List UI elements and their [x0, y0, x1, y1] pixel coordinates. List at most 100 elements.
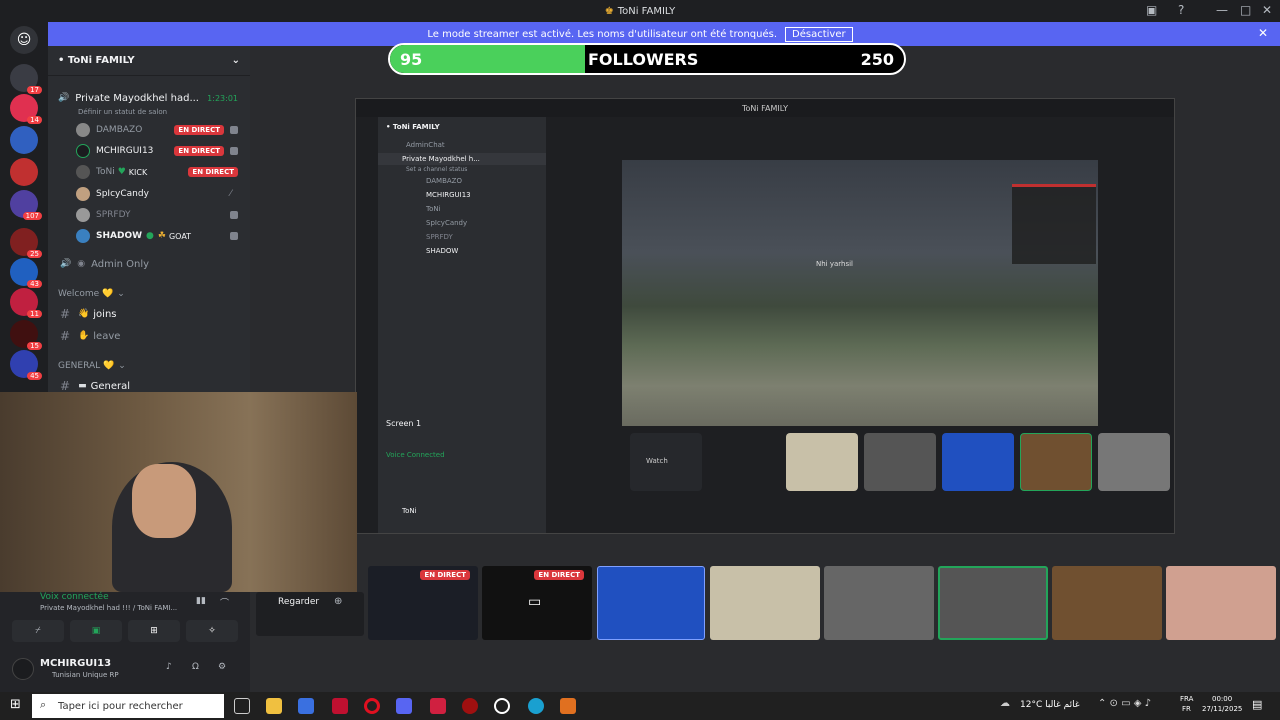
voice-channel-path[interactable]: Private Mayodkhel had !!! / ToNi FAMI... — [40, 604, 177, 612]
inner-title: ToNi FAMILY — [741, 103, 789, 113]
channel-status[interactable]: Définir un statut de salon — [78, 102, 248, 122]
signal-icon[interactable]: ▮▮ — [196, 596, 206, 606]
watch-button[interactable]: Regarder ⊕ — [256, 592, 364, 636]
discord-home-icon[interactable]: ☺ — [10, 26, 38, 54]
screen-icon — [230, 126, 238, 134]
clock-time[interactable]: 00:00 — [1212, 695, 1232, 703]
keyboard-indicator[interactable]: FR — [1182, 705, 1191, 713]
heart-icon: ♥ — [117, 167, 126, 177]
channel-leave[interactable]: # ✋ leave — [48, 326, 250, 346]
server-icon[interactable]: 17 — [10, 64, 42, 94]
chevron-down-icon: ⌄ — [117, 289, 125, 299]
close-window-button[interactable]: ✕ — [1262, 3, 1272, 17]
voice-member[interactable]: MCHIRGUI13 EN DIRECT — [48, 141, 250, 161]
inner-channel-status: Set a channel status — [406, 166, 468, 173]
headphones-icon[interactable]: Ω — [192, 662, 199, 672]
language-indicator[interactable]: FRA — [1180, 695, 1193, 703]
disconnect-icon[interactable]: ⌒ — [220, 596, 229, 609]
edge-icon[interactable] — [528, 698, 544, 714]
app-icon[interactable] — [560, 698, 576, 714]
app-icon[interactable] — [430, 698, 446, 714]
opera-gx-icon[interactable] — [332, 698, 348, 714]
activities-button[interactable]: ⊞ — [128, 620, 180, 642]
voice-member[interactable]: ToNi ♥ KICK EN DIRECT — [48, 162, 250, 182]
server-icon[interactable]: 45 — [10, 350, 42, 380]
speaker-icon: 🔊 — [58, 93, 70, 103]
close-icon[interactable]: ✕ — [1258, 26, 1268, 40]
video-tile[interactable] — [824, 566, 934, 640]
followers-goal-bar: 95 FOLLOWERS 250 — [388, 43, 906, 75]
clock-date[interactable]: 27/11/2025 — [1202, 705, 1242, 713]
task-view-icon[interactable] — [234, 698, 250, 714]
voice-member[interactable]: SpIcyCandy ⁄ — [48, 184, 250, 204]
app-icon[interactable] — [298, 698, 314, 714]
server-icon[interactable]: 25 — [10, 228, 42, 258]
inner-watch-tile[interactable]: Watch — [630, 433, 702, 491]
maximize-button[interactable]: □ — [1240, 3, 1251, 17]
avatar[interactable] — [12, 658, 34, 680]
help-icon[interactable]: ? — [1178, 3, 1184, 17]
channel-admin-only[interactable]: 🔊 ◉ Admin Only — [48, 254, 250, 274]
inner-video-tile[interactable] — [786, 433, 858, 491]
app-logo-icon: ♚ — [604, 5, 614, 17]
banner-text: Le mode streamer est activé. Les noms d'… — [427, 28, 778, 40]
member-suffix: KICK — [128, 167, 148, 177]
inner-video-tile[interactable] — [1098, 433, 1170, 491]
inner-member: SpIcyCandy — [426, 219, 468, 227]
app-icon[interactable] — [462, 698, 478, 714]
voice-member[interactable]: DAMBAZO EN DIRECT — [48, 120, 250, 140]
video-tile[interactable] — [1166, 566, 1276, 640]
hash-icon: # — [60, 307, 71, 321]
opera-icon[interactable] — [364, 698, 380, 714]
inbox-icon[interactable]: ▣ — [1146, 3, 1157, 17]
badge: 15 — [27, 342, 42, 350]
server-icon[interactable]: 15 — [10, 320, 42, 350]
server-icon[interactable]: 14 — [10, 94, 42, 124]
game-hud-text: Nhi yarhsil — [816, 260, 854, 268]
inner-member: ToNi — [426, 205, 441, 213]
microphone-icon[interactable]: ♪ — [166, 662, 172, 672]
server-header[interactable]: • ToNi FAMILY ⌄ — [48, 46, 250, 76]
video-tile[interactable]: EN DIRECT — [368, 566, 478, 640]
taskbar-search-input[interactable]: ⌕ Taper ici pour rechercher — [32, 694, 224, 718]
video-tile[interactable] — [597, 566, 705, 640]
disable-streamer-button[interactable]: Désactiver — [785, 26, 853, 42]
channel-joins[interactable]: # 👋 joins — [48, 304, 250, 324]
server-icon[interactable]: 11 — [10, 288, 42, 318]
inner-video-tile[interactable] — [1020, 433, 1092, 491]
inner-video-tile[interactable] — [942, 433, 1014, 491]
video-tile[interactable] — [710, 566, 820, 640]
server-icon[interactable] — [10, 158, 38, 186]
discord-icon[interactable] — [396, 698, 412, 714]
badge: 107 — [22, 212, 42, 220]
inner-video-tile[interactable] — [864, 433, 936, 491]
member-name: ToNi — [96, 167, 115, 177]
weather-text[interactable]: 12°C غائم غالبا — [1020, 700, 1080, 710]
video-tile[interactable]: EN DIRECT ▭ — [482, 566, 592, 640]
video-tile[interactable] — [938, 566, 1048, 640]
live-badge: EN DIRECT — [174, 125, 224, 135]
server-icon[interactable]: 107 — [10, 190, 42, 220]
app-icon[interactable] — [494, 698, 510, 714]
voice-member[interactable]: SPRFDY — [48, 205, 250, 225]
video-tile[interactable] — [1052, 566, 1162, 640]
member-suffix: GOAT — [168, 231, 192, 241]
speaker-icon: 🔊 — [60, 259, 72, 269]
camera-button[interactable]: ▣ — [70, 620, 122, 642]
category-welcome[interactable]: Welcome 💛 ⌄ — [48, 284, 250, 304]
screen-icon — [230, 147, 238, 155]
voice-member[interactable]: SHADOW ● ☘ GOAT — [48, 226, 250, 246]
noise-suppression-button[interactable]: ⌿ — [12, 620, 64, 642]
username[interactable]: MCHIRGUI13 — [40, 658, 111, 669]
server-icon[interactable] — [10, 126, 38, 154]
soundboard-button[interactable]: ✧ — [186, 620, 238, 642]
tray-icons[interactable]: ⌃ ⊙ ▭ ◈ ♪ — [1098, 698, 1151, 709]
server-icon[interactable]: 43 — [10, 258, 42, 288]
windows-start-icon[interactable]: ⊞ — [10, 697, 21, 712]
notification-icon[interactable]: ▤ — [1252, 698, 1262, 711]
category-general[interactable]: GENERAL 💛 ⌄ — [48, 356, 250, 376]
minimize-button[interactable]: — — [1216, 3, 1228, 17]
file-explorer-icon[interactable] — [266, 698, 282, 714]
settings-gear-icon[interactable]: ⚙ — [218, 662, 226, 672]
game-stream-view[interactable]: Nhi yarhsil — [622, 160, 1098, 426]
